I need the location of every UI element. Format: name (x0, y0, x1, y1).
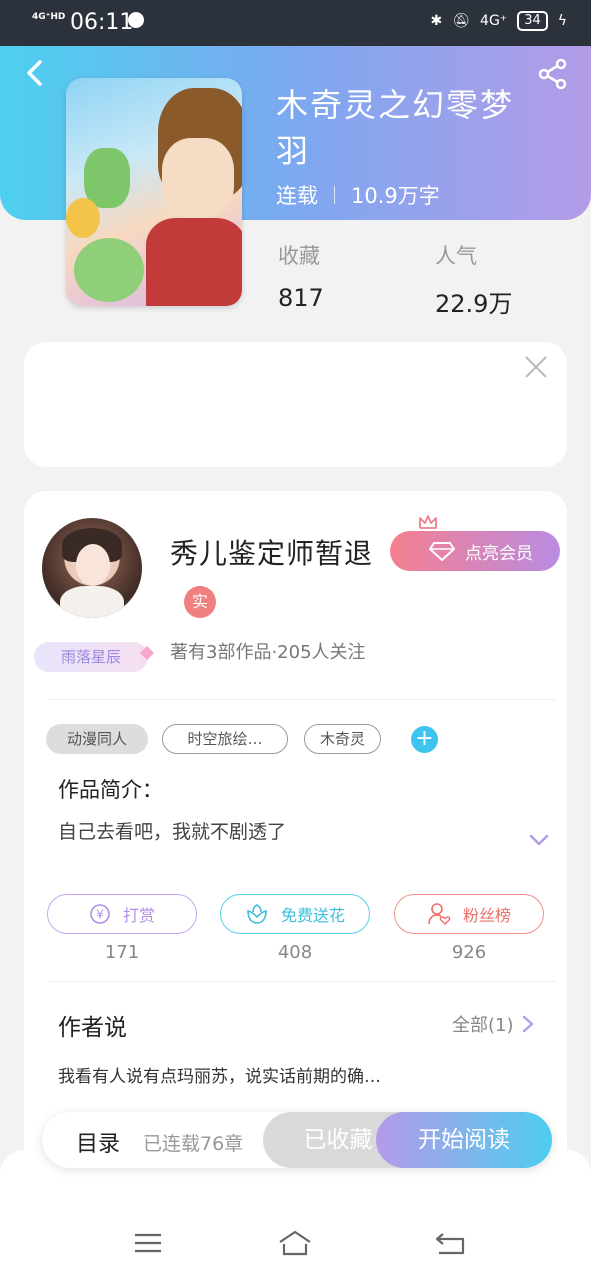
divider (334, 186, 335, 204)
divider (48, 699, 556, 700)
share-icon[interactable] (537, 58, 569, 90)
crown-icon (419, 515, 437, 529)
verified-badge: 实 (184, 586, 216, 618)
author-says-title: 作者说 (58, 1015, 127, 1041)
bottom-shelf (0, 1150, 591, 1280)
fan-count: 926 (451, 942, 487, 963)
status-right: ✱ 🔕︎ 4G⁺ 34 ϟ (431, 11, 567, 31)
back-nav-icon[interactable] (433, 1228, 469, 1258)
author-title-tag: 雨落星辰 (34, 642, 155, 672)
signal-label: 4G⁺ (480, 13, 508, 29)
fan-ranking-button[interactable]: 粉丝榜 (394, 894, 544, 934)
favorites-stat: 收藏 817 (278, 240, 324, 312)
popularity-value: 22.9万 (435, 290, 513, 318)
intro-title: 作品简介： (58, 778, 163, 802)
book-serial-status: 连载 (276, 184, 318, 208)
chapter-count[interactable]: 已连载76章 (143, 1129, 243, 1156)
flower-icon (247, 904, 267, 924)
favorites-value: 817 (278, 284, 324, 312)
flower-count: 408 (277, 942, 313, 963)
home-icon[interactable] (277, 1228, 313, 1258)
bluetooth-icon: ✱ (430, 13, 443, 29)
status-time: 06:11 (70, 10, 134, 35)
book-title: 木奇灵之幻零梦羽 (276, 86, 515, 170)
svg-text:¥: ¥ (96, 908, 104, 922)
author-says-all-link[interactable]: 全部(1) (452, 1011, 534, 1037)
send-flower-label: 免费送花 (280, 906, 345, 925)
globe-icon (128, 12, 144, 28)
yen-coin-icon: ¥ (90, 904, 110, 924)
vip-button[interactable]: 点亮会员 (390, 531, 560, 571)
popularity-stat: 人气 22.9万 (435, 240, 512, 319)
battery-indicator: 34 (517, 11, 548, 31)
tag-time-travel[interactable]: 时空旅绘… (162, 724, 288, 754)
user-heart-icon (428, 903, 451, 925)
toc-button[interactable]: 目录 (76, 1126, 120, 1158)
back-icon[interactable] (20, 56, 50, 90)
popularity-label: 人气 (435, 244, 477, 268)
author-says-text[interactable]: 我看有人说有点玛丽苏，说实话前期的确… (58, 1062, 381, 1087)
author-says-all-label: 全部(1) (452, 1015, 514, 1036)
menu-icon[interactable] (130, 1228, 166, 1258)
network-indicator: 4G⁺HD (32, 12, 66, 22)
status-bar: 4G⁺HD 06:11 ✱ 🔕︎ 4G⁺ 34 ϟ (0, 0, 591, 46)
chevron-down-icon[interactable] (528, 830, 550, 850)
tag-mu-qi-ling[interactable]: 木奇灵 (304, 724, 381, 754)
author-avatar[interactable] (42, 518, 142, 618)
reward-label: 打赏 (122, 906, 155, 925)
fan-ranking-label: 粉丝榜 (462, 906, 511, 925)
start-reading-button[interactable]: 开始阅读 (376, 1112, 552, 1168)
intro-text: 自己去看吧，我就不剧透了 (58, 821, 287, 843)
mute-icon: 🔕︎ (452, 13, 471, 29)
tag-category[interactable]: 动漫同人 (46, 724, 148, 754)
favorites-label: 收藏 (278, 244, 320, 268)
author-name[interactable]: 秀儿鉴定师暂退 (170, 532, 373, 572)
reward-button[interactable]: ¥ 打赏 (47, 894, 197, 934)
book-status-row: 连载 10.9万字 (276, 180, 440, 210)
book-cover[interactable] (66, 78, 242, 306)
add-tag-button[interactable]: + (411, 726, 438, 753)
ad-card (24, 342, 567, 467)
reward-count: 171 (104, 942, 140, 963)
chevron-right-icon (522, 1015, 533, 1033)
author-meta: 著有3部作品·205人关注 (170, 642, 366, 663)
book-word-count: 10.9万字 (351, 184, 440, 208)
author-title-text: 雨落星辰 (60, 648, 121, 666)
divider (48, 981, 556, 982)
charging-icon: ϟ (557, 13, 567, 29)
diamond-icon (429, 542, 455, 561)
vip-button-label: 点亮会员 (465, 543, 533, 564)
send-flower-button[interactable]: 免费送花 (220, 894, 370, 934)
close-icon[interactable] (523, 354, 549, 380)
